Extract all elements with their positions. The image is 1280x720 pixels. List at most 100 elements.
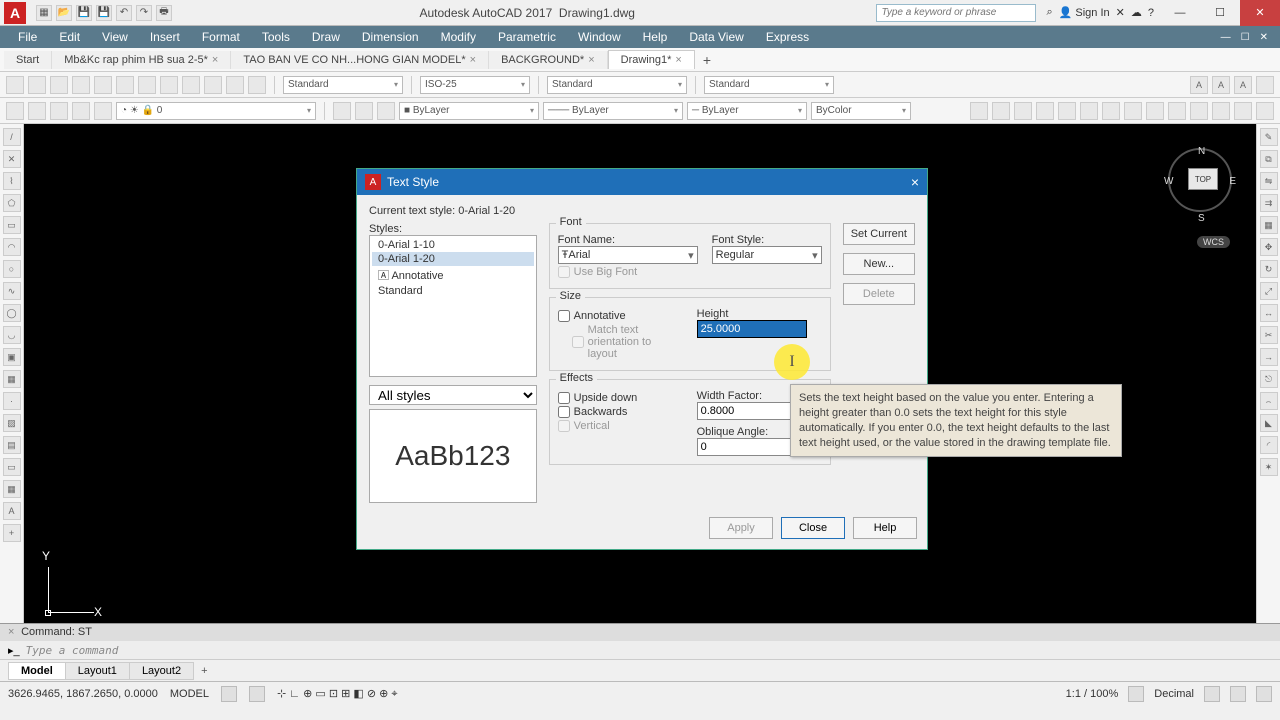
- rotate-icon[interactable]: ↻: [1260, 260, 1278, 278]
- dialog-close-icon[interactable]: ×: [911, 174, 919, 190]
- tool-icon[interactable]: [94, 76, 112, 94]
- tool-icon[interactable]: [204, 76, 222, 94]
- tab-doc[interactable]: TAO BAN VE CO NH...HONG GIAN MODEL*×: [231, 51, 489, 69]
- chamfer-icon[interactable]: ◣: [1260, 414, 1278, 432]
- tool-icon[interactable]: [50, 102, 68, 120]
- menu-modify[interactable]: Modify: [431, 28, 486, 46]
- open-icon[interactable]: 📂: [56, 5, 72, 21]
- saveas-icon[interactable]: 💾: [96, 5, 112, 21]
- dim-icon[interactable]: [1146, 102, 1164, 120]
- tool-icon[interactable]: [28, 76, 46, 94]
- ellipse-icon[interactable]: ◯: [3, 304, 21, 322]
- tool-icon[interactable]: [72, 102, 90, 120]
- status-icon[interactable]: [1204, 686, 1220, 702]
- insert-icon[interactable]: ▣: [3, 348, 21, 366]
- tab-start[interactable]: Start: [4, 51, 52, 69]
- undo-icon[interactable]: ↶: [116, 5, 132, 21]
- gradient-icon[interactable]: ▤: [3, 436, 21, 454]
- tool-icon[interactable]: [28, 102, 46, 120]
- styles-listbox[interactable]: 0-Arial 1-10 0-Arial 1-20 🄰 Annotative S…: [369, 235, 537, 377]
- array-icon[interactable]: ▦: [1260, 216, 1278, 234]
- rect-icon[interactable]: ▭: [3, 216, 21, 234]
- text-icon[interactable]: A: [1234, 76, 1252, 94]
- mtext-icon[interactable]: A: [3, 502, 21, 520]
- menu-parametric[interactable]: Parametric: [488, 28, 566, 46]
- setcurrent-button[interactable]: Set Current: [843, 223, 915, 245]
- ellipsearc-icon[interactable]: ◡: [3, 326, 21, 344]
- list-item[interactable]: Standard: [372, 284, 534, 298]
- tablestyle-combo[interactable]: Standard: [547, 76, 687, 94]
- explode-icon[interactable]: ✶: [1260, 458, 1278, 476]
- viewcube-e[interactable]: E: [1229, 176, 1236, 187]
- close-icon[interactable]: ×: [470, 54, 476, 66]
- cleanscreen-icon[interactable]: [1256, 686, 1272, 702]
- menu-dataview[interactable]: Data View: [679, 28, 753, 46]
- status-icons[interactable]: ⊹ ∟ ⊕ ▭ ⊡ ⊞ ◧ ⊘ ⊕ ⌖: [277, 687, 398, 701]
- height-input[interactable]: [697, 320, 807, 338]
- space-mode[interactable]: MODEL: [170, 688, 209, 700]
- redo-icon[interactable]: ↷: [136, 5, 152, 21]
- linetype-combo[interactable]: ─── ByLayer: [543, 102, 683, 120]
- help-icon[interactable]: ?: [1148, 7, 1154, 19]
- tool-icon[interactable]: [355, 102, 373, 120]
- dim-icon[interactable]: [1080, 102, 1098, 120]
- tool-icon[interactable]: [160, 76, 178, 94]
- close-icon[interactable]: ×: [212, 54, 218, 66]
- dim-icon[interactable]: [1124, 102, 1142, 120]
- dim-icon[interactable]: [1102, 102, 1120, 120]
- line-icon[interactable]: /: [3, 128, 21, 146]
- layer-icon[interactable]: [6, 102, 24, 120]
- viewcube-n[interactable]: N: [1198, 146, 1205, 157]
- mdi-min-icon[interactable]: —: [1217, 30, 1235, 45]
- viewcube-s[interactable]: S: [1198, 213, 1205, 224]
- menu-edit[interactable]: Edit: [49, 28, 90, 46]
- xline-icon[interactable]: ✕: [3, 150, 21, 168]
- circle-icon[interactable]: ○: [3, 260, 21, 278]
- menu-insert[interactable]: Insert: [140, 28, 190, 46]
- tool-icon[interactable]: [138, 76, 156, 94]
- color-combo[interactable]: ■ ByLayer: [399, 102, 539, 120]
- maximize-button[interactable]: ☐: [1200, 0, 1240, 26]
- a360-icon[interactable]: ☁: [1131, 6, 1142, 19]
- tool-icon[interactable]: [6, 76, 24, 94]
- gear-icon[interactable]: [1128, 686, 1144, 702]
- text-icon[interactable]: A: [1190, 76, 1208, 94]
- close-button[interactable]: ✕: [1240, 0, 1280, 26]
- tool-icon[interactable]: [1256, 76, 1274, 94]
- break-icon[interactable]: ⎋: [1260, 370, 1278, 388]
- command-input[interactable]: Type a command: [26, 644, 119, 657]
- units[interactable]: Decimal: [1154, 688, 1194, 700]
- scale-icon[interactable]: ⤢: [1260, 282, 1278, 300]
- upsidedown-checkbox[interactable]: Upside down: [558, 392, 683, 404]
- print-icon[interactable]: 🖶: [156, 5, 172, 21]
- tool-icon[interactable]: [50, 76, 68, 94]
- style-filter-combo[interactable]: All styles: [369, 385, 537, 405]
- app-icon[interactable]: A: [4, 2, 26, 24]
- tool-icon[interactable]: [182, 76, 200, 94]
- polygon-icon[interactable]: ⬠: [3, 194, 21, 212]
- tool-icon[interactable]: [116, 76, 134, 94]
- tab-doc[interactable]: BACKGROUND*×: [489, 51, 608, 69]
- close-icon[interactable]: ×: [588, 54, 594, 66]
- tool-icon[interactable]: [226, 76, 244, 94]
- menu-help[interactable]: Help: [633, 28, 678, 46]
- snap-icon[interactable]: [249, 686, 265, 702]
- dim-icon[interactable]: [1058, 102, 1076, 120]
- copy-icon[interactable]: ⧉: [1260, 150, 1278, 168]
- fontstyle-combo[interactable]: Regular: [712, 246, 822, 264]
- tab-doc-active[interactable]: Drawing1*×: [608, 50, 695, 69]
- minimize-button[interactable]: —: [1160, 0, 1200, 26]
- new-tab-button[interactable]: +: [695, 50, 719, 70]
- point-icon[interactable]: ·: [3, 392, 21, 410]
- dim-icon[interactable]: [1212, 102, 1230, 120]
- textstyle-combo[interactable]: Standard: [283, 76, 403, 94]
- spline-icon[interactable]: ∿: [3, 282, 21, 300]
- move-icon[interactable]: ✥: [1260, 238, 1278, 256]
- mleaderstyle-combo[interactable]: Standard: [704, 76, 834, 94]
- wcs-badge[interactable]: WCS: [1197, 236, 1230, 248]
- list-item[interactable]: 0-Arial 1-10: [372, 238, 534, 252]
- lineweight-combo[interactable]: ─ ByLayer: [687, 102, 807, 120]
- text-icon[interactable]: A: [1212, 76, 1230, 94]
- fillet-icon[interactable]: ◜: [1260, 436, 1278, 454]
- mdi-max-icon[interactable]: ☐: [1237, 30, 1254, 45]
